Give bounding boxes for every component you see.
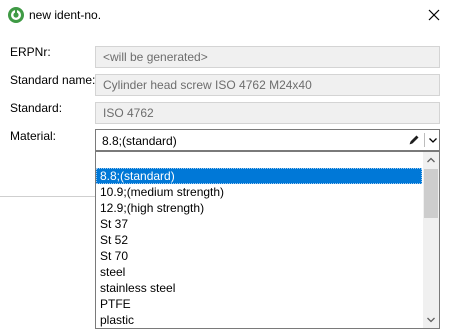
options-list: 8.8;(standard) 10.9;(medium strength) 12.9…	[96, 152, 422, 328]
material-combobox[interactable]: 8.8;(standard)	[95, 129, 440, 151]
scrollbar[interactable]	[423, 152, 439, 328]
separator-line	[0, 196, 95, 197]
scroll-up-button[interactable]	[423, 152, 439, 168]
erpnr-field: <will be generated>	[95, 46, 440, 68]
dropdown-button[interactable]	[427, 133, 439, 147]
title-bar: new ident-no.	[0, 0, 449, 31]
list-item[interactable]: St 52	[96, 232, 422, 248]
material-dropdown-list[interactable]: 8.8;(standard) 10.9;(medium strength) 12.9…	[95, 151, 440, 329]
list-item[interactable]: St 70	[96, 248, 422, 264]
close-icon	[428, 9, 440, 21]
list-item[interactable]: 12.9;(high strength)	[96, 200, 422, 216]
list-item[interactable]: plastic	[96, 312, 422, 328]
chevron-down-icon	[427, 317, 435, 323]
chevron-up-icon	[427, 157, 435, 163]
edit-button[interactable]	[407, 133, 421, 147]
list-item[interactable]: 8.8;(standard)	[96, 168, 422, 184]
standard-field: ISO 4762	[95, 102, 440, 124]
list-item[interactable]: stainless steel	[96, 280, 422, 296]
standard-name-field: Cylinder head screw ISO 4762 M24x40	[95, 74, 440, 96]
list-item[interactable]: steel	[96, 264, 422, 280]
standard-label: Standard:	[10, 101, 63, 115]
app-icon	[8, 7, 24, 23]
combo-separator	[424, 133, 425, 147]
list-item[interactable]: St 37	[96, 216, 422, 232]
empty-option[interactable]	[96, 152, 422, 168]
list-item[interactable]: PTFE	[96, 296, 422, 312]
pencil-icon	[409, 135, 419, 145]
erpnr-label: ERPNr:	[10, 45, 51, 59]
chevron-down-icon	[429, 138, 437, 143]
material-value: 8.8;(standard)	[102, 134, 177, 148]
scrollbar-thumb[interactable]	[424, 169, 438, 218]
scroll-down-button[interactable]	[423, 312, 439, 328]
close-button[interactable]	[419, 2, 449, 28]
list-item[interactable]: 10.9;(medium strength)	[96, 184, 422, 200]
material-label: Material:	[10, 129, 57, 143]
window-title: new ident-no.	[29, 8, 102, 22]
standard-name-label: Standard name:	[10, 73, 96, 87]
